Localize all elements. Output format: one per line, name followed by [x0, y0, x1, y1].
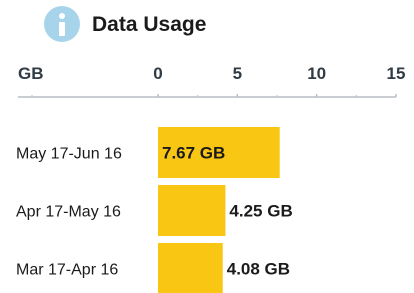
x-tick-label: 10 — [307, 64, 326, 83]
axis-unit-label: GB — [18, 64, 44, 83]
data-usage-chart: GB 0 5 10 15 May 17-Jun 16 7.67 GB Apr 17-May… — [16, 64, 406, 293]
bars: May 17-Jun 16 7.67 GB Apr 17-May 16 4.25 GB… — [16, 127, 293, 293]
x-tick-label: 5 — [233, 64, 242, 83]
x-tick-label: 0 — [153, 64, 162, 83]
data-label: 7.67 GB — [162, 144, 225, 163]
x-tick-label: 15 — [387, 64, 406, 83]
bar — [158, 185, 226, 236]
data-usage-page: Data Usage GB 0 5 10 15 May 17-Jun 16 7.67 G… — [0, 0, 414, 293]
axis-ticks: 0 5 10 15 — [31, 64, 406, 97]
category-label: Mar 17-Apr 16 — [16, 262, 118, 279]
category-label: Apr 17-May 16 — [16, 204, 121, 221]
data-label: 4.08 GB — [227, 260, 290, 279]
category-label: May 17-Jun 16 — [16, 146, 122, 163]
data-label: 4.25 GB — [229, 202, 292, 221]
bar — [158, 243, 223, 293]
